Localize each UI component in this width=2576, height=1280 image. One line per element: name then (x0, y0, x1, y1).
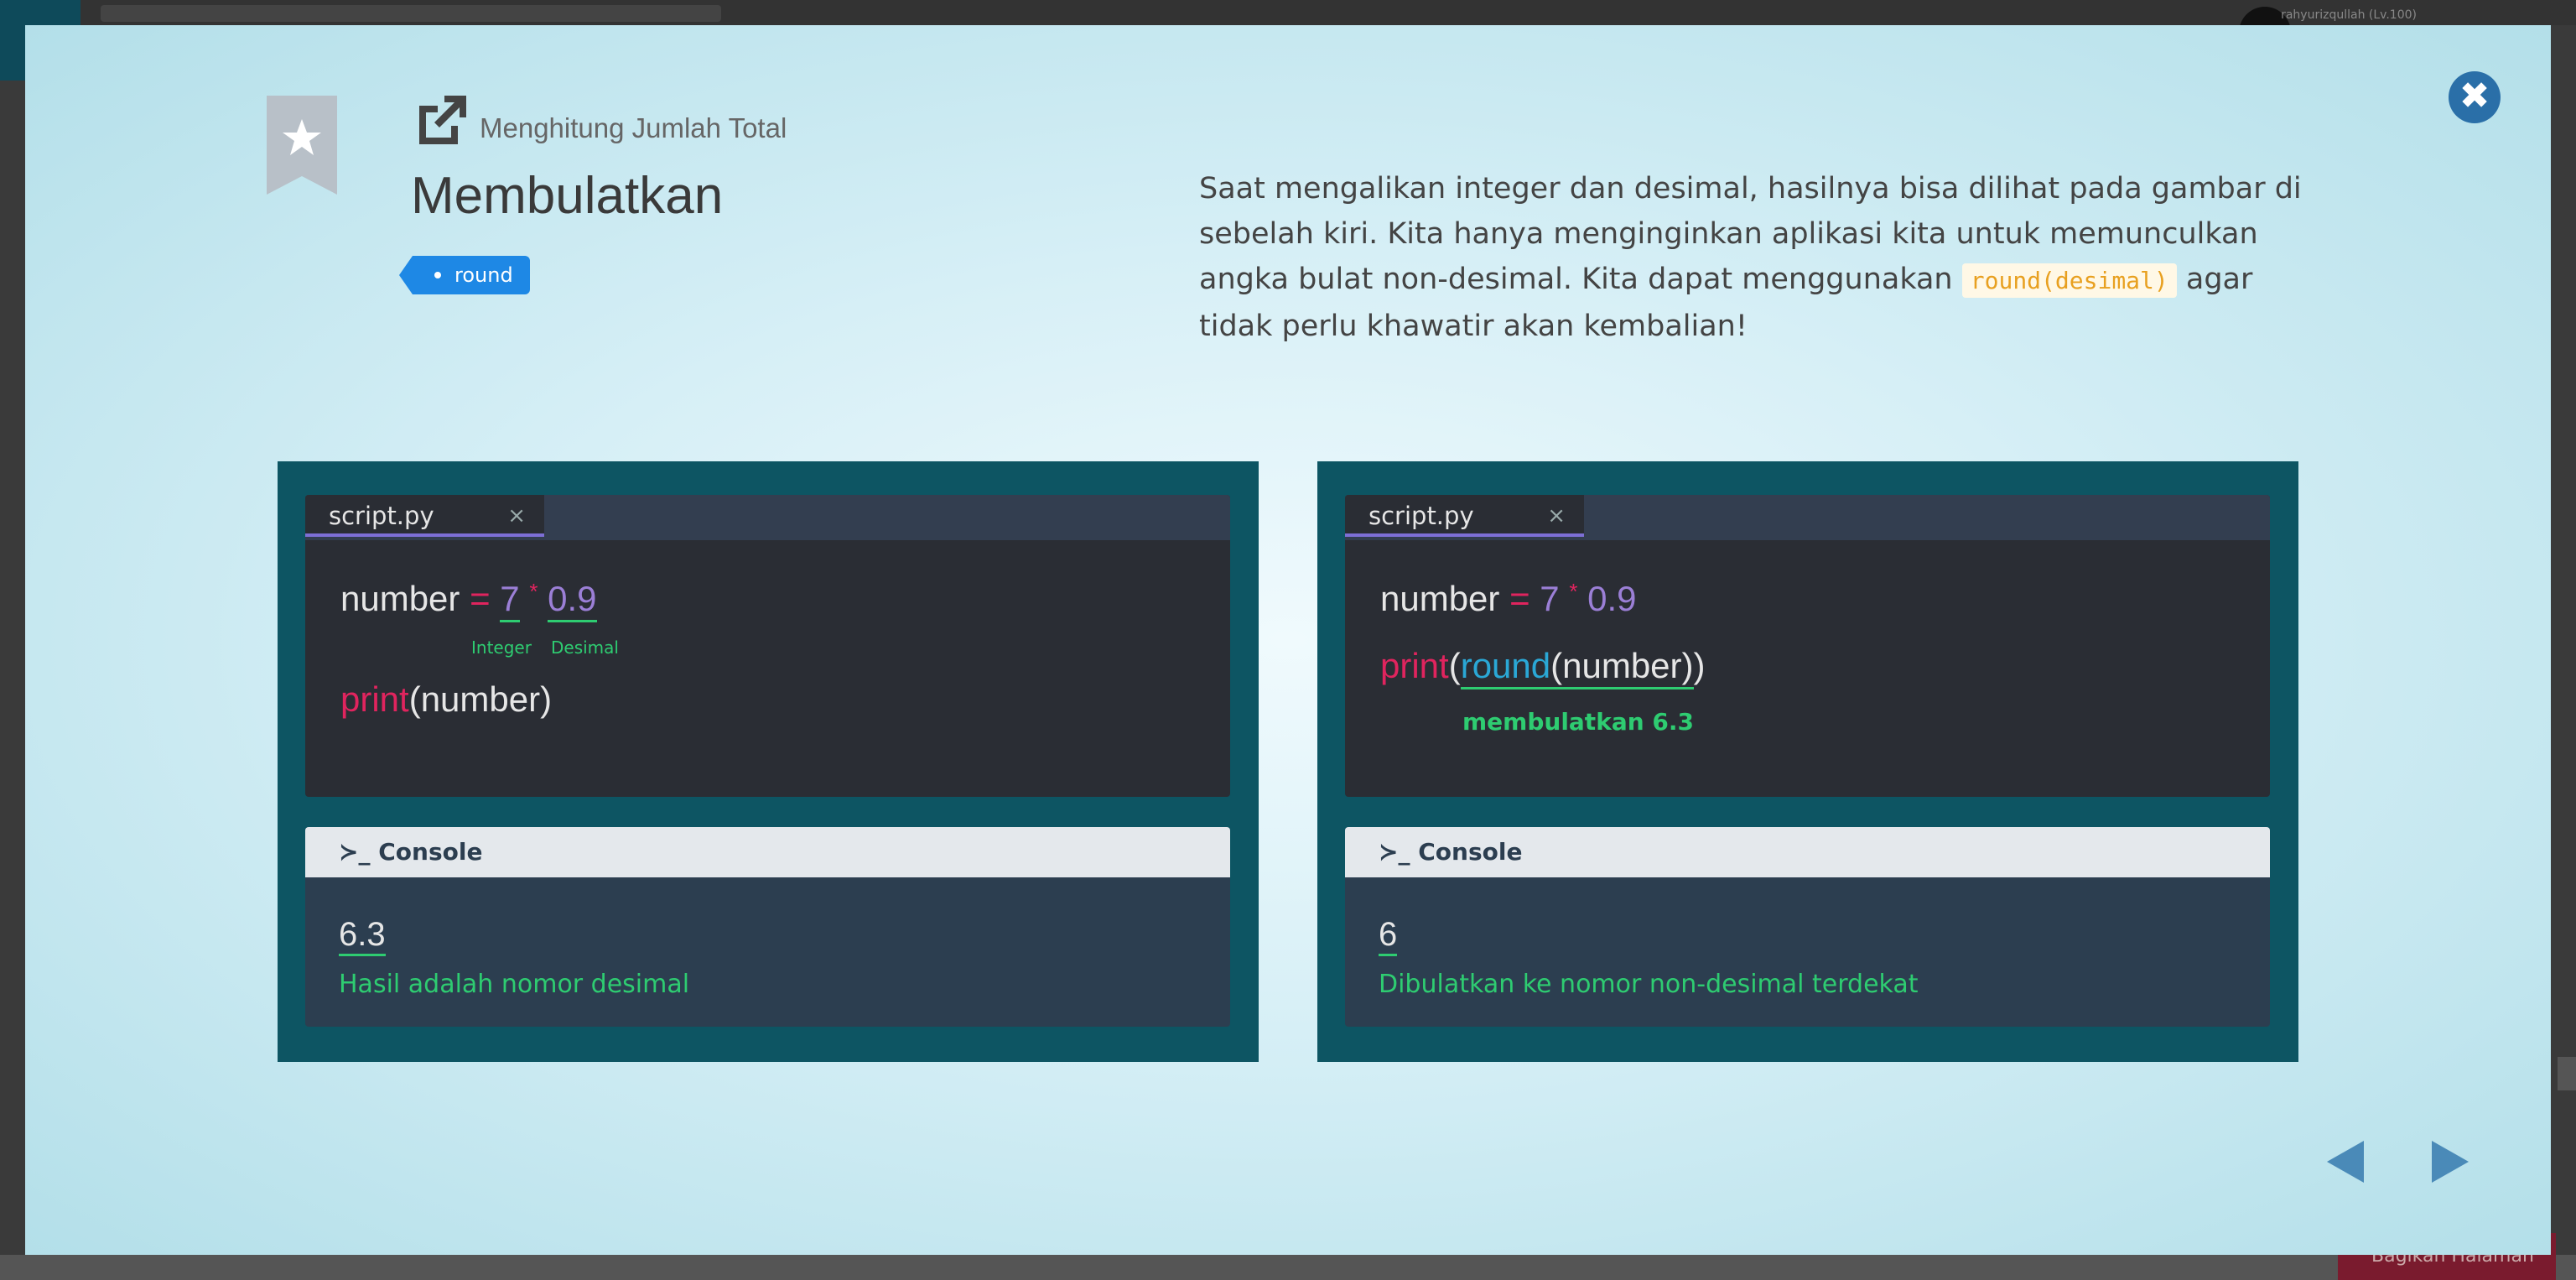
code-line-2: print(number) (340, 679, 552, 720)
code-line-1: number = 7 * 0.9 (340, 579, 597, 622)
console-output: 6.3 (339, 916, 386, 956)
code-var: number (1380, 579, 1500, 618)
console-note: Hasil adalah nomor desimal (339, 970, 690, 999)
background-scrollbar (2558, 1057, 2576, 1090)
code-round: round (1460, 646, 1551, 685)
code-round-args: (number) (1550, 646, 1694, 685)
code-line-2: print(round(number)) (1380, 646, 1706, 689)
console: ≻_ Console 6 Dibulatkan ke nomor non-des… (1345, 827, 2270, 1027)
console-note: Dibulatkan ke nomor non-desimal terdekat (1379, 970, 1919, 999)
code-decimal: 0.9 (1587, 579, 1637, 618)
next-slide-button[interactable] (2432, 1141, 2469, 1183)
code-multiply: * (529, 579, 538, 604)
topic-tag-label: round (454, 263, 513, 287)
code-paren-close: ) (1693, 646, 1706, 685)
console-label: Console (378, 838, 483, 866)
code-paren-open: ( (1448, 646, 1461, 685)
background-search-bar (101, 5, 721, 22)
terminal-icon: ≻_ (339, 838, 371, 866)
background-bottom-bar (0, 1255, 2576, 1280)
code-print: print (340, 679, 409, 719)
code-equals: = (470, 579, 491, 618)
annotation-desimal: Desimal (551, 637, 619, 658)
lesson-modal: ✖ Menghitung Jumlah Total Membulatkan ro… (25, 25, 2551, 1255)
code-editor: script.py × number = 7 * 0.9 Integer Des… (305, 495, 1230, 797)
description-code: round(desimal) (1961, 263, 2177, 298)
code-editor: script.py × number = 7 * 0.9 print(round… (1345, 495, 2270, 797)
file-tab-label: script.py (329, 502, 434, 530)
terminal-icon: ≻_ (1379, 838, 1410, 866)
code-integer: 7 (1540, 579, 1560, 618)
close-tab-icon: × (1547, 503, 1566, 528)
code-print: print (1380, 646, 1449, 685)
code-args: (number) (408, 679, 553, 719)
topic-tag[interactable]: round (399, 256, 530, 294)
file-tab-label: script.py (1368, 502, 1474, 530)
code-integer: 7 (500, 579, 520, 622)
console-output: 6 (1379, 916, 1398, 956)
code-var: number (340, 579, 460, 618)
console: ≻_ Console 6.3 Hasil adalah nomor desima… (305, 827, 1230, 1027)
file-tab: script.py × (1345, 495, 1584, 537)
background-username: rahyurizqullah (Lv.100) (2281, 8, 2417, 22)
console-header: ≻_ Console (305, 827, 1230, 877)
console-header: ≻_ Console (1345, 827, 2270, 877)
code-multiply: * (1569, 579, 1578, 604)
console-label: Console (1418, 838, 1523, 866)
lesson-description: Saat mengalikan integer dan desimal, has… (1199, 166, 2306, 349)
editor-tab-bar: script.py × (1345, 495, 2270, 540)
illustration-right: script.py × number = 7 * 0.9 print(round… (1317, 461, 2298, 1062)
close-modal-button[interactable]: ✖ (2449, 71, 2501, 123)
close-icon: ✖ (2459, 75, 2490, 117)
external-link-icon[interactable] (413, 91, 471, 149)
code-equals: = (1509, 579, 1530, 618)
annotation-round: membulatkan 6.3 (1462, 708, 1694, 736)
code-round-call: round(number) (1460, 646, 1694, 689)
tag-dot-icon (434, 272, 441, 278)
lesson-subtitle: Menghitung Jumlah Total (480, 112, 787, 143)
lesson-title: Membulatkan (411, 167, 724, 225)
editor-tab-bar: script.py × (305, 495, 1230, 540)
code-decimal: 0.9 (548, 579, 597, 622)
previous-slide-button[interactable] (2327, 1141, 2364, 1183)
code-line-1: number = 7 * 0.9 (1380, 579, 1637, 619)
annotation-integer: Integer (471, 637, 532, 658)
illustration-left: script.py × number = 7 * 0.9 Integer Des… (278, 461, 1259, 1062)
bookmark-icon[interactable] (267, 96, 337, 195)
close-tab-icon: × (507, 503, 526, 528)
file-tab: script.py × (305, 495, 544, 537)
